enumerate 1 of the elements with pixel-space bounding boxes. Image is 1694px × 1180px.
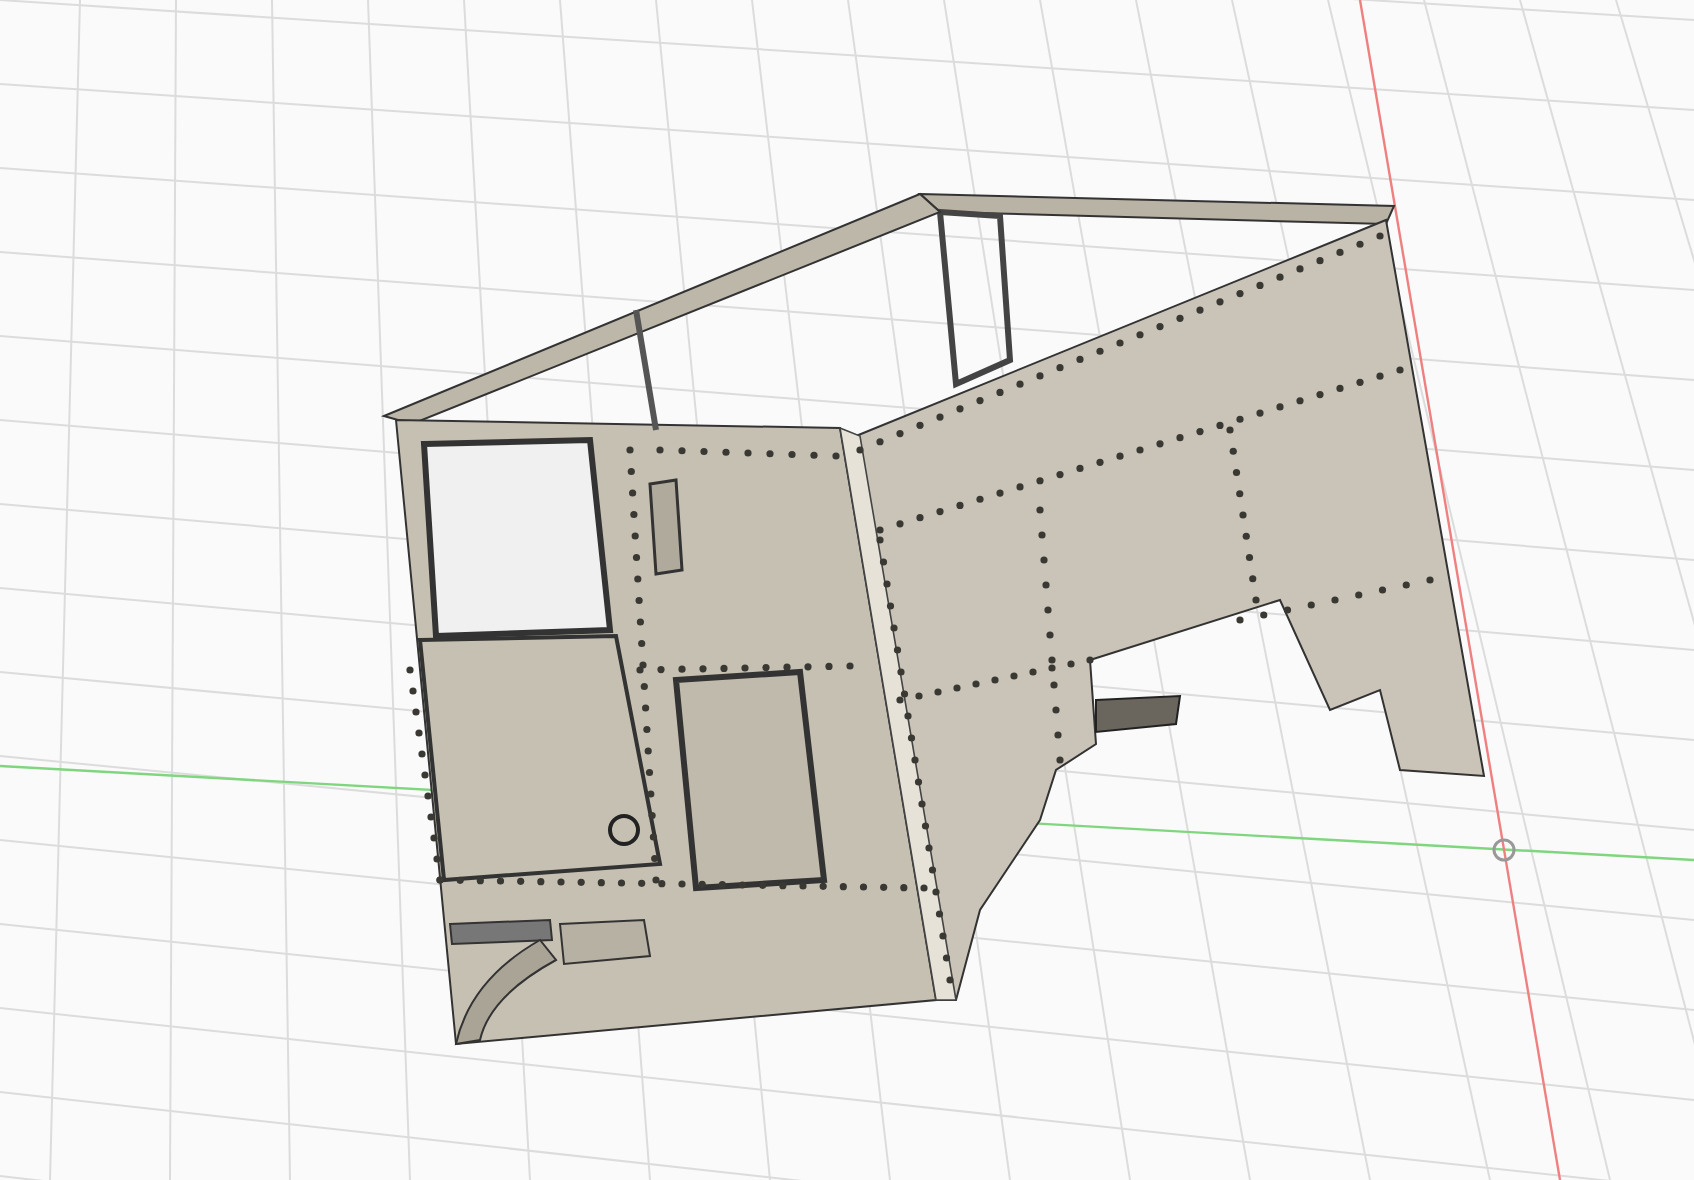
origin-icon <box>1492 838 1516 862</box>
